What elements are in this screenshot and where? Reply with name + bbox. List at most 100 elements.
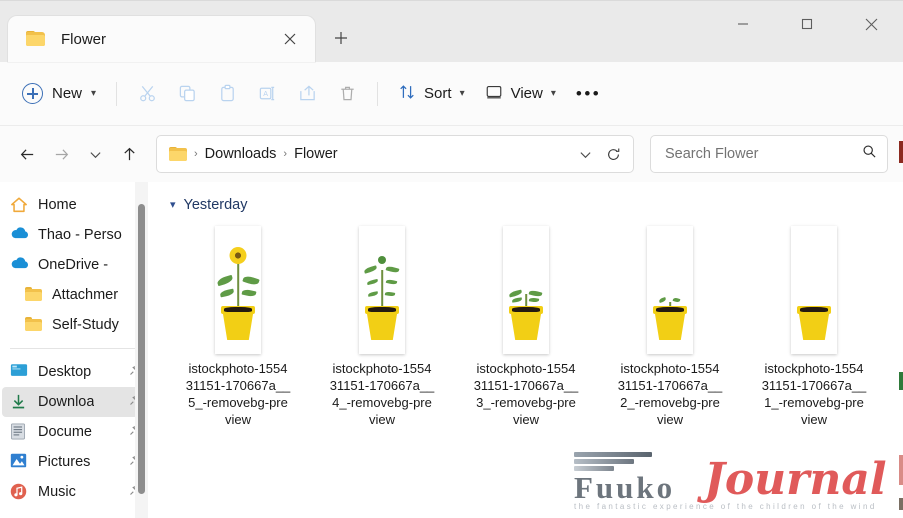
- new-tab-button[interactable]: [321, 18, 361, 58]
- flower-pot-image: [653, 306, 687, 340]
- file-name-label: istockphoto-1554 31151-170667a__ 5_-remo…: [185, 361, 291, 427]
- file-item[interactable]: istockphoto-1554 31151-170667a__ 1_-remo…: [742, 222, 886, 428]
- file-thumbnail[interactable]: [503, 226, 549, 354]
- file-thumbnail[interactable]: [359, 226, 405, 354]
- search-input[interactable]: Search Flower: [665, 146, 862, 162]
- onedrive-cloud-icon: [10, 226, 30, 244]
- sidebar-item-desktop[interactable]: Desktop: [2, 357, 148, 387]
- breadcrumb-downloads[interactable]: Downloads: [205, 146, 277, 162]
- file-thumbnail[interactable]: [647, 226, 693, 354]
- up-button[interactable]: [112, 137, 146, 171]
- breadcrumb-separator: ›: [283, 148, 288, 160]
- close-icon[interactable]: [277, 26, 303, 52]
- sidebar-item-label: Downloa: [38, 394, 95, 410]
- sidebar-item-thao-perso[interactable]: Thao - Perso: [2, 220, 148, 250]
- rename-button[interactable]: A: [247, 75, 287, 113]
- maximize-icon[interactable]: [775, 1, 839, 47]
- pictures-icon: [10, 453, 30, 471]
- tab-title: Flower: [61, 30, 107, 48]
- toolbar-divider-2: [377, 81, 379, 106]
- edge-mark-lower: [899, 455, 903, 485]
- file-explorer-window: Flower New ▾ A Sort ▾ View ▾ ••• › Downl…: [0, 0, 903, 518]
- sidebar-scrollbar[interactable]: [135, 182, 148, 518]
- sidebar-item-downloa[interactable]: Downloa: [2, 387, 148, 417]
- explorer-body: Home Thao - Perso OneDrive - Attachmer Self-…: [0, 182, 903, 518]
- plus-circle-icon: [22, 83, 43, 104]
- edge-mark-bottom: [899, 498, 903, 510]
- sidebar-divider: [10, 348, 138, 349]
- chevron-down-icon: ▾: [550, 87, 556, 99]
- group-header-yesterday[interactable]: ▾ Yesterday: [170, 192, 903, 218]
- chevron-down-icon[interactable]: [571, 140, 599, 168]
- monitor-icon: [485, 83, 503, 105]
- sidebar-item-onedrive[interactable]: OneDrive -: [2, 250, 148, 280]
- title-bar: Flower: [0, 0, 903, 62]
- sidebar-item-label: Home: [38, 197, 77, 213]
- command-bar: New ▾ A Sort ▾ View ▾ •••: [0, 62, 903, 126]
- folder-icon: [24, 316, 44, 334]
- back-button[interactable]: [10, 137, 44, 171]
- file-item[interactable]: istockphoto-1554 31151-170667a__ 4_-remo…: [310, 222, 454, 428]
- downloads-icon: [10, 393, 30, 411]
- file-name-label: istockphoto-1554 31151-170667a__ 2_-remo…: [617, 361, 723, 427]
- recent-locations-button[interactable]: [78, 137, 112, 171]
- close-icon[interactable]: [839, 1, 903, 47]
- sidebar-item-label: OneDrive -: [38, 257, 109, 273]
- sidebar-item-label: Desktop: [38, 364, 92, 380]
- window-controls: [711, 1, 903, 47]
- sidebar-item-docume[interactable]: Docume: [2, 417, 148, 447]
- home-icon: [10, 196, 30, 214]
- paste-button[interactable]: [207, 75, 247, 113]
- file-thumbnail[interactable]: [215, 226, 261, 354]
- see-more-button[interactable]: •••: [566, 75, 611, 113]
- file-grid: istockphoto-1554 31151-170667a__ 5_-remo…: [164, 222, 903, 428]
- file-name-label: istockphoto-1554 31151-170667a__ 4_-remo…: [329, 361, 435, 427]
- music-icon: [10, 483, 30, 501]
- sidebar-item-home[interactable]: Home: [2, 190, 148, 220]
- new-button[interactable]: New ▾: [14, 76, 106, 112]
- documents-icon: [10, 423, 30, 441]
- sidebar-item-label: Thao - Perso: [38, 227, 122, 243]
- sidebar-item-label: Docume: [38, 424, 92, 440]
- share-button[interactable]: [287, 75, 327, 113]
- ellipsis-icon: •••: [575, 84, 602, 103]
- toolbar-divider: [116, 81, 118, 106]
- sort-button[interactable]: Sort ▾: [388, 75, 475, 113]
- file-thumbnail[interactable]: [791, 226, 837, 354]
- svg-text:A: A: [263, 90, 268, 98]
- address-bar[interactable]: › Downloads › Flower: [156, 135, 634, 173]
- chevron-down-icon: ▾: [459, 87, 465, 99]
- flower-pot-image: [221, 306, 255, 340]
- flower-pot-image: [797, 306, 831, 340]
- sidebar-item-pictures[interactable]: Pictures: [2, 447, 148, 477]
- file-item[interactable]: istockphoto-1554 31151-170667a__ 3_-remo…: [454, 222, 598, 428]
- search-box[interactable]: Search Flower: [650, 135, 888, 173]
- cut-button[interactable]: [127, 75, 167, 113]
- breadcrumb-separator: ›: [194, 148, 198, 160]
- breadcrumb-flower[interactable]: Flower: [294, 146, 338, 162]
- file-list-pane[interactable]: ▾ Yesterday istockphoto-1554 31151-17066…: [150, 182, 903, 518]
- forward-button[interactable]: [44, 137, 78, 171]
- edge-mark-middle: [899, 372, 903, 390]
- file-item[interactable]: istockphoto-1554 31151-170667a__ 2_-remo…: [598, 222, 742, 428]
- search-icon[interactable]: [862, 144, 877, 164]
- delete-button[interactable]: [327, 75, 367, 113]
- file-item[interactable]: istockphoto-1554 31151-170667a__ 5_-remo…: [166, 222, 310, 428]
- desktop-icon: [10, 363, 30, 381]
- tab-flower[interactable]: Flower: [8, 16, 315, 62]
- sidebar-item-label: Self-Study: [52, 317, 119, 333]
- sidebar-item-self-study[interactable]: Self-Study: [2, 310, 148, 340]
- scrollbar-thumb[interactable]: [138, 204, 145, 494]
- view-button[interactable]: View ▾: [475, 75, 566, 113]
- chevron-down-icon: ▾: [91, 87, 97, 99]
- file-name-label: istockphoto-1554 31151-170667a__ 1_-remo…: [761, 361, 867, 427]
- copy-button[interactable]: [167, 75, 207, 113]
- flower-pot-image: [365, 306, 399, 340]
- minimize-icon[interactable]: [711, 1, 775, 47]
- sidebar-item-label: Pictures: [38, 454, 91, 470]
- sidebar-item-label: Music: [38, 484, 76, 500]
- sidebar-item-music[interactable]: Music: [2, 477, 148, 507]
- refresh-icon[interactable]: [599, 140, 627, 168]
- sidebar-item-attachmer[interactable]: Attachmer: [2, 280, 148, 310]
- chevron-down-icon[interactable]: ▾: [170, 199, 176, 211]
